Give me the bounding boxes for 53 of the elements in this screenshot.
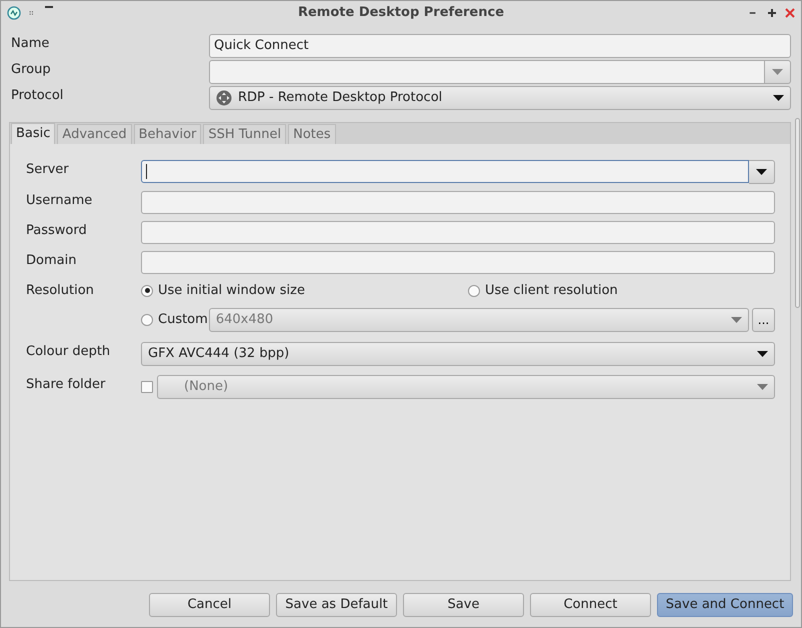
dialog-button[interactable]: Connect <box>530 593 651 617</box>
field-label: Colour depth <box>26 342 112 360</box>
tab[interactable]: Basic <box>11 123 56 144</box>
select-value: 640x480 <box>216 310 274 329</box>
dropdown-arrow-icon <box>772 69 783 75</box>
combo-field[interactable] <box>209 60 765 84</box>
scrollbar[interactable] <box>795 118 800 308</box>
radio-button[interactable] <box>141 314 153 326</box>
dropdown-arrow-icon <box>773 95 784 101</box>
field-label: Server <box>26 161 70 179</box>
tab[interactable]: Notes <box>288 124 336 144</box>
shade-icon[interactable] <box>45 6 53 10</box>
text-field[interactable] <box>141 221 775 244</box>
field-label: Domain <box>26 252 78 270</box>
dialog-button[interactable]: Save and Connect <box>657 593 793 617</box>
field-label: Share folder <box>26 376 106 394</box>
dialog-button[interactable]: Save <box>403 593 524 617</box>
text-field[interactable] <box>141 251 775 274</box>
select-value: GFX AVC444 (32 bpp) <box>148 344 290 363</box>
dialog-button[interactable]: Save as Default <box>276 593 397 617</box>
radio-button[interactable] <box>468 284 480 297</box>
text-field[interactable]: Quick Connect <box>209 34 791 58</box>
radio-label: Custom <box>158 310 208 329</box>
tab[interactable]: Behavior <box>134 124 202 144</box>
field-label: Name <box>11 35 50 53</box>
field-label: Resolution <box>26 282 95 300</box>
radio-label: Use initial window size <box>158 282 305 300</box>
text-field[interactable] <box>141 191 775 214</box>
field-label: Group <box>11 61 52 79</box>
app-icon <box>7 6 21 20</box>
combo-field[interactable] <box>141 160 749 183</box>
maximize-icon[interactable] <box>767 8 777 18</box>
close-icon[interactable] <box>785 8 795 18</box>
tab[interactable]: Advanced <box>57 124 132 144</box>
dropdown-arrow-icon <box>731 316 742 322</box>
protocol-select[interactable]: RDP - Remote Desktop Protocol <box>209 86 791 110</box>
field-label: Password <box>26 222 88 240</box>
select-value: (None) <box>183 378 230 396</box>
dropdown-arrow-icon <box>757 384 768 390</box>
dialog-button[interactable]: Cancel <box>149 593 270 617</box>
radio-button[interactable] <box>141 284 153 297</box>
radio-label: Use client resolution <box>485 282 618 300</box>
dropdown-arrow-icon <box>757 350 768 356</box>
select-value: RDP - Remote Desktop Protocol <box>238 89 444 108</box>
colour-depth-select[interactable]: GFX AVC444 (32 bpp) <box>141 342 775 366</box>
tab[interactable]: SSH Tunnel <box>203 124 286 144</box>
more-button[interactable]: ... <box>752 308 775 332</box>
field-label: Username <box>26 192 94 210</box>
protocol-icon <box>216 90 232 106</box>
window-title: Remote Desktop Preference <box>296 4 506 22</box>
dropdown-button[interactable] <box>749 160 775 184</box>
dropdown-arrow-icon <box>756 169 767 175</box>
field-label: Protocol <box>11 87 64 105</box>
